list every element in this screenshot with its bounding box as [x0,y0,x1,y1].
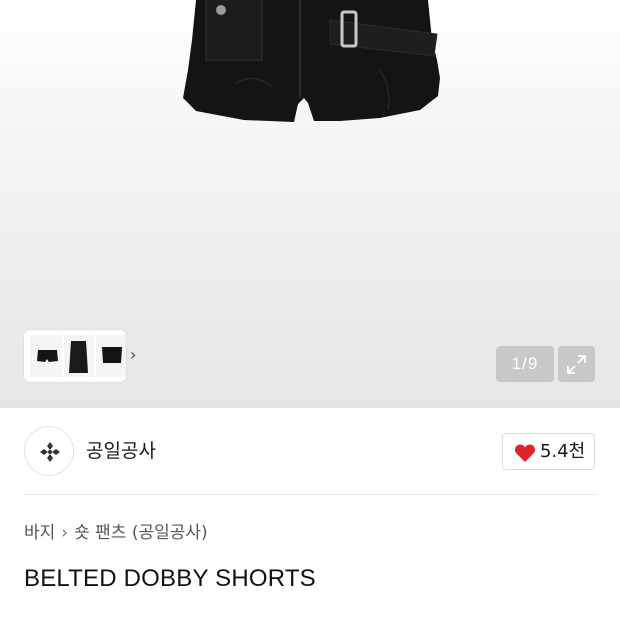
thumbnail-strip[interactable]: › [24,330,136,382]
thumbnail-next-icon[interactable]: › [130,345,144,365]
expand-icon [567,355,586,374]
image-page-indicator: 1/9 [496,346,554,382]
brand-emblem-icon [40,442,60,462]
product-title: BELTED DOBBY SHORTS [24,565,316,592]
thumbnail-images[interactable] [30,335,126,377]
product-image[interactable] [0,0,620,140]
breadcrumb: 바지 › 숏 팬츠 (공일공사) [24,520,208,546]
section-divider [24,494,596,495]
like-count: 5.4천 [540,441,586,462]
heart-icon [514,444,536,462]
product-image-gallery[interactable]: › 1/9 [0,0,620,408]
brand-row: 공일공사 5.4천 [24,426,596,476]
brand-name-link[interactable]: 공일공사 [86,438,156,464]
fullscreen-button[interactable] [558,346,595,382]
chevron-right-icon: › [61,523,69,543]
breadcrumb-item-category[interactable]: 바지 [24,523,55,543]
like-button[interactable]: 5.4천 [502,433,595,470]
brand-logo[interactable] [24,426,74,476]
breadcrumb-item-subcategory[interactable]: 숏 팬츠 (공일공사) [74,523,208,543]
